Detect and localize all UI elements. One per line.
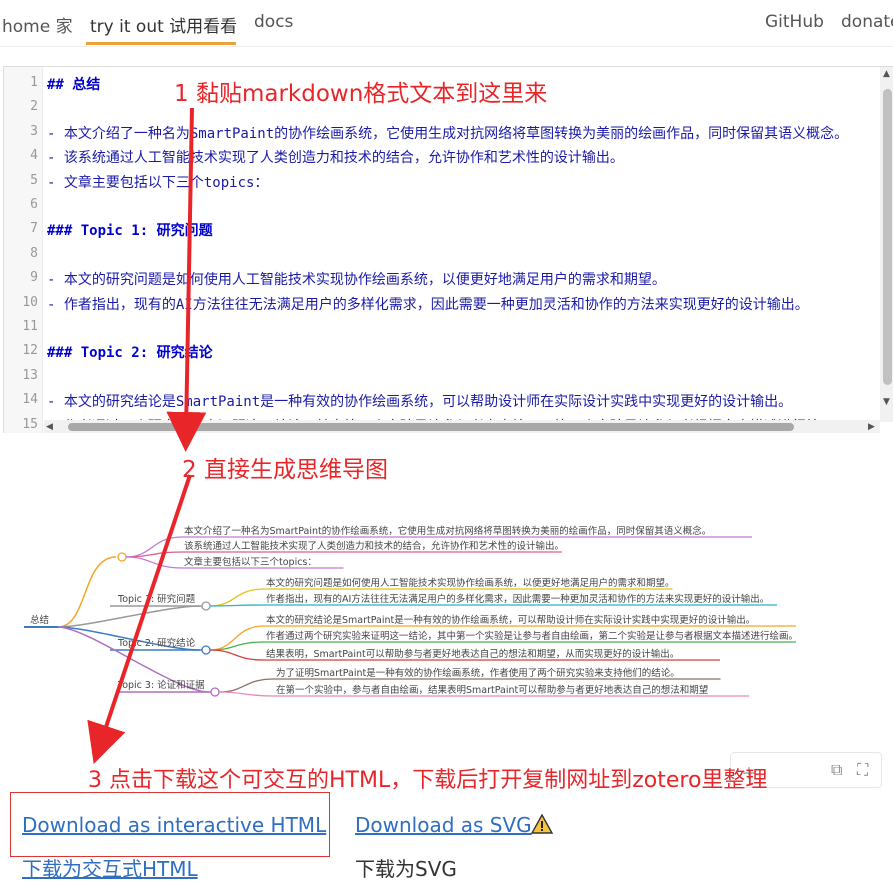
download-html-link[interactable]: Download as interactive HTML (22, 813, 326, 837)
download-svg-label-cn: 下载为SVG (355, 857, 457, 881)
annotation-step3: 3 点击下载这个可交互的HTML，下载后打开复制网址到zotero里整理 (88, 768, 768, 793)
annotation-step2: 2 直接生成思维导图 (182, 457, 388, 483)
arrow-step2 (87, 474, 192, 764)
download-html-link-cn[interactable]: 下载为交互式HTML (22, 853, 198, 882)
download-svg-link[interactable]: Download as SVG (355, 813, 532, 837)
arrow-step1 (166, 107, 207, 452)
annotation-arrows (87, 107, 207, 764)
warning-icon (531, 814, 553, 834)
annotation-step1: 1 黏贴markdown格式文本到这里来 (174, 81, 548, 107)
